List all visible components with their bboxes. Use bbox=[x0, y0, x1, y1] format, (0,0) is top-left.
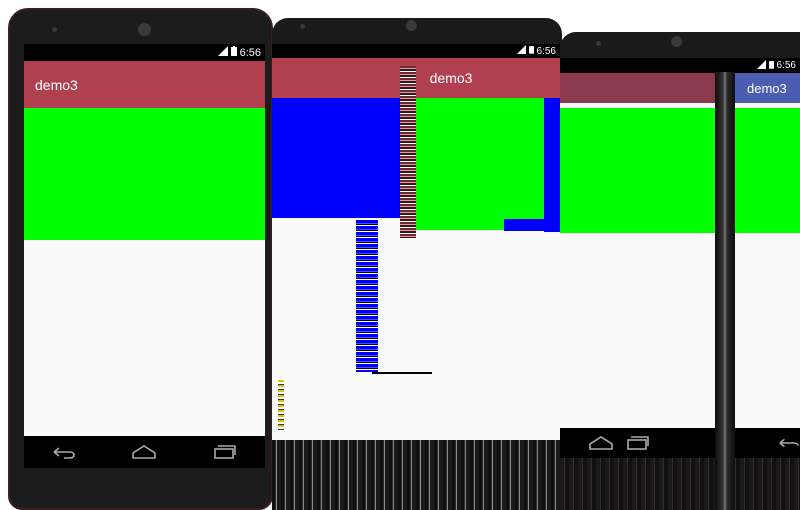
app-bar: demo3 bbox=[272, 58, 560, 98]
app-bar: demo3 bbox=[560, 73, 800, 103]
app-title: demo3 bbox=[747, 80, 787, 96]
phone-middle-screen: 6:56 demo3 bbox=[272, 44, 560, 440]
back-arrow-icon bbox=[779, 438, 799, 448]
app-bar: demo3 bbox=[24, 61, 265, 108]
phone-left-screen: 6:56 demo3 bbox=[24, 44, 265, 468]
nav-bar bbox=[560, 428, 800, 458]
front-camera bbox=[596, 41, 601, 46]
glitch-strip bbox=[400, 66, 416, 238]
phone-left: 6:56 demo3 bbox=[8, 8, 273, 510]
app-title: demo3 bbox=[35, 76, 78, 93]
back-button[interactable] bbox=[44, 439, 84, 465]
phone-right: 6:56 demo3 bbox=[560, 32, 800, 510]
battery-icon bbox=[768, 60, 774, 72]
phone-right-screen: 6:56 demo3 bbox=[560, 58, 800, 428]
green-content-block bbox=[560, 108, 800, 233]
glitch-blue-block bbox=[504, 219, 544, 231]
glitch-divider bbox=[715, 72, 735, 510]
recents-button[interactable] bbox=[626, 430, 650, 456]
status-time: 6:56 bbox=[239, 46, 261, 59]
glitch-blue-block bbox=[544, 98, 560, 232]
back-arrow-icon bbox=[53, 447, 75, 459]
app-title: demo3 bbox=[429, 70, 473, 86]
home-icon bbox=[589, 436, 613, 450]
earpiece-speaker bbox=[406, 20, 417, 31]
glitch-line bbox=[372, 372, 432, 374]
recents-icon bbox=[214, 445, 236, 459]
glitch-blue-strip bbox=[356, 220, 378, 372]
recents-icon bbox=[627, 436, 649, 450]
recents-button[interactable] bbox=[205, 439, 245, 465]
green-content-block bbox=[416, 98, 544, 230]
nav-bar bbox=[24, 436, 265, 468]
status-time: 6:56 bbox=[536, 45, 556, 57]
back-button[interactable] bbox=[778, 430, 800, 456]
glitch-blue-block bbox=[272, 98, 402, 218]
battery-icon bbox=[528, 45, 534, 57]
glitch-speckle bbox=[278, 380, 284, 430]
green-content-block bbox=[24, 108, 265, 240]
battery-icon bbox=[230, 46, 237, 59]
earpiece-speaker bbox=[671, 36, 682, 47]
earpiece-speaker bbox=[138, 23, 151, 36]
home-icon bbox=[132, 445, 157, 459]
status-time: 6:56 bbox=[776, 60, 796, 71]
front-camera bbox=[52, 27, 57, 32]
home-button[interactable] bbox=[124, 439, 164, 465]
signal-icon bbox=[756, 59, 766, 72]
status-bar: 6:56 bbox=[272, 44, 560, 58]
glitch-noise bbox=[560, 458, 800, 510]
home-button[interactable] bbox=[588, 430, 614, 456]
front-camera bbox=[300, 24, 305, 29]
signal-icon bbox=[217, 46, 228, 59]
status-bar: 6:56 bbox=[560, 58, 800, 73]
phone-middle: 6:56 demo3 bbox=[272, 18, 562, 510]
status-bar: 6:56 bbox=[24, 44, 265, 61]
signal-icon bbox=[516, 45, 526, 57]
glitch-noise bbox=[272, 440, 562, 510]
app-title-container: demo3 bbox=[735, 73, 800, 103]
